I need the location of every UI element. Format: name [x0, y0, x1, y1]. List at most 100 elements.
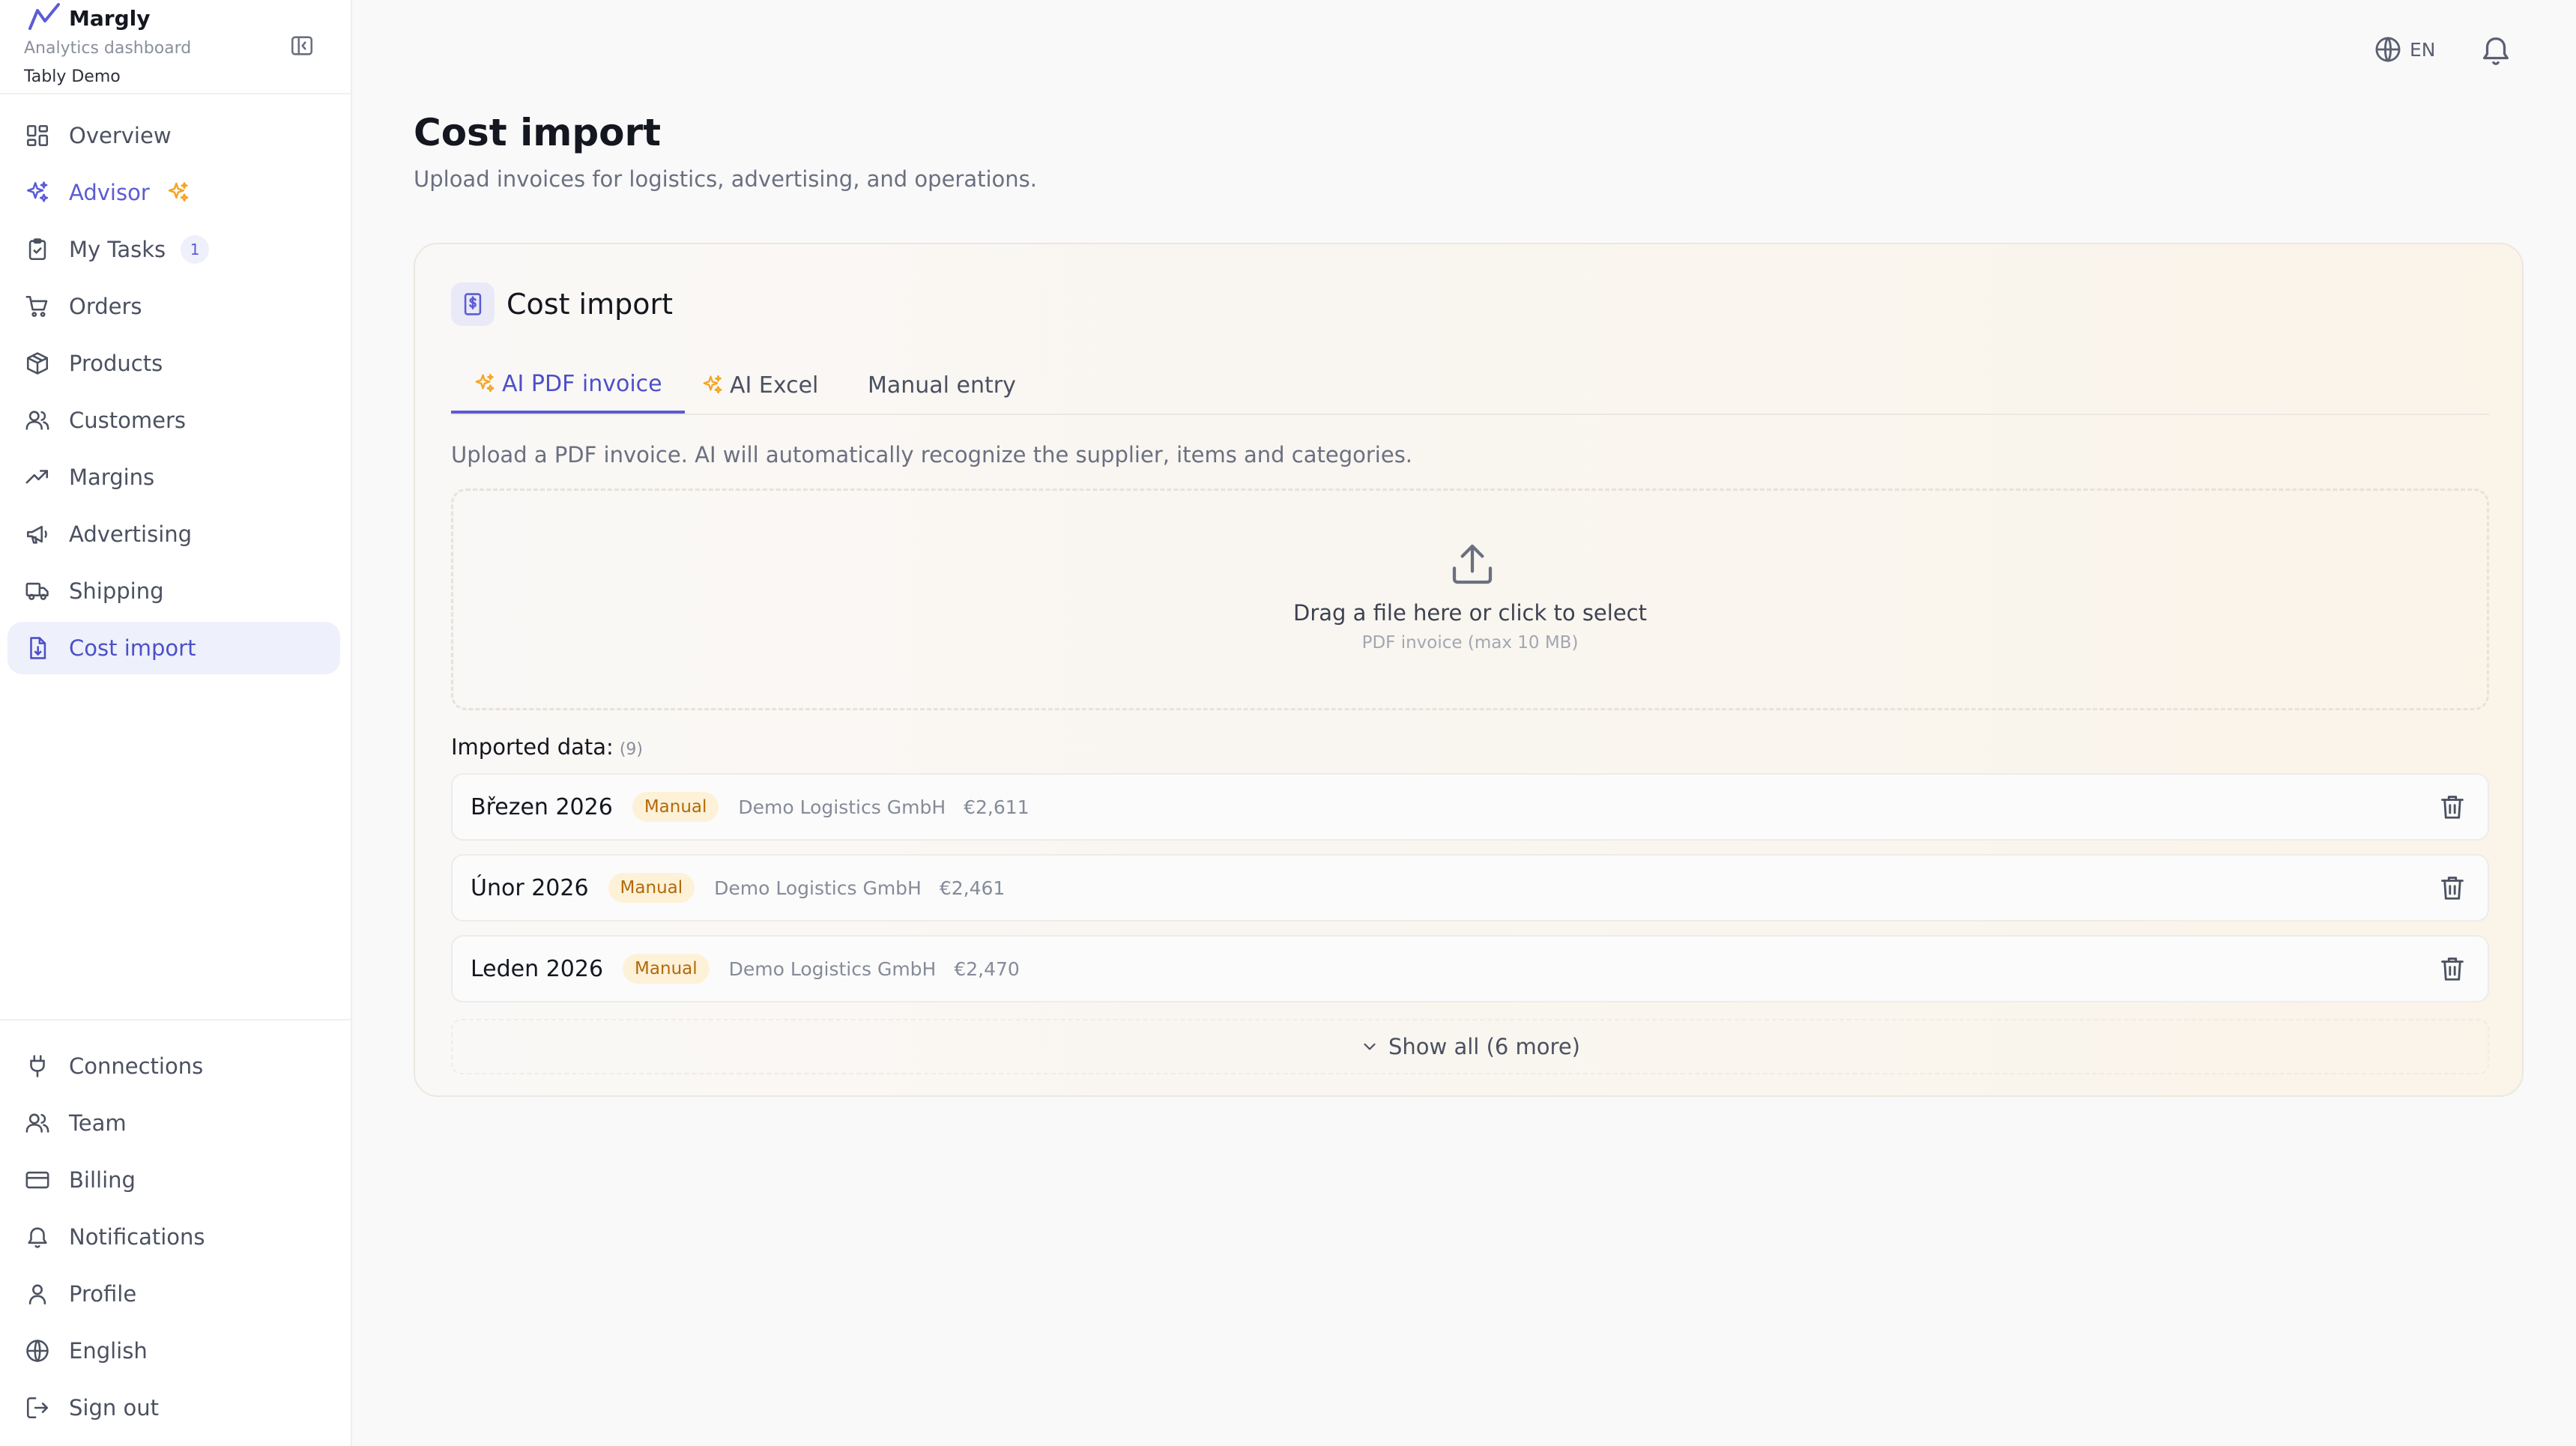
sidebar-item-orders[interactable]: Orders: [7, 280, 340, 333]
row-amount: €2,611: [964, 796, 1030, 818]
upload-icon: [1452, 544, 1493, 584]
sidebar-item-label: Margins: [69, 465, 155, 490]
tab-ai-pdf-invoice[interactable]: AI PDF invoice: [451, 357, 685, 414]
import-tabs: AI PDF invoice AI Excel Manual entry: [451, 357, 2489, 415]
sidebar-item-connections[interactable]: Connections: [7, 1040, 340, 1092]
sidebar-item-cost-import[interactable]: Cost import: [7, 622, 340, 674]
user-icon: [24, 1280, 51, 1307]
sidebar-item-sign-out[interactable]: Sign out: [7, 1382, 340, 1434]
sidebar-item-language[interactable]: English: [7, 1325, 340, 1377]
sidebar-item-label: Orders: [69, 294, 142, 319]
list-item[interactable]: Březen 2026 Manual Demo Logistics GmbH €…: [451, 773, 2489, 841]
clipboard-check-icon: [24, 236, 51, 263]
sidebar-item-notifications[interactable]: Notifications: [7, 1211, 340, 1263]
sidebar-item-label: Shipping: [69, 578, 164, 604]
status-badge: Manual: [632, 792, 719, 822]
sidebar-item-label: Cost import: [69, 635, 196, 661]
logout-icon: [24, 1394, 51, 1421]
card-title: Cost import: [507, 288, 674, 321]
dropzone-title: Drag a file here or click to select: [1293, 600, 1647, 626]
trash-icon[interactable]: [2438, 793, 2467, 821]
sidebar-divider: [0, 93, 351, 94]
row-period: Březen 2026: [471, 793, 613, 820]
row-supplier: Demo Logistics GmbH: [728, 958, 937, 980]
sidebar-item-profile[interactable]: Profile: [7, 1268, 340, 1320]
imported-list: Březen 2026 Manual Demo Logistics GmbH €…: [451, 773, 2489, 1016]
language-switcher[interactable]: EN: [2374, 33, 2436, 66]
page-subtitle: Upload invoices for logistics, advertisi…: [414, 166, 1037, 192]
users-icon: [24, 1110, 51, 1137]
list-item[interactable]: Únor 2026 Manual Demo Logistics GmbH €2,…: [451, 854, 2489, 922]
dropzone-hint: PDF invoice (max 10 MB): [1361, 633, 1579, 653]
sparkles-icon: [24, 179, 51, 206]
bell-icon: [24, 1223, 51, 1250]
sidebar-item-advisor[interactable]: Advisor: [7, 166, 340, 219]
tab-ai-excel[interactable]: AI Excel: [701, 357, 818, 414]
plug-icon: [24, 1053, 51, 1080]
status-badge: Manual: [623, 954, 710, 984]
logo-icon: [28, 3, 60, 30]
users-icon: [24, 407, 51, 434]
tasks-count-badge: 1: [181, 235, 210, 264]
language-code: EN: [2410, 38, 2436, 61]
tab-label: Manual entry: [868, 372, 1016, 399]
imported-data-label: Imported data:: [451, 734, 614, 760]
sparkles-icon: [475, 373, 495, 393]
credit-card-icon: [24, 1167, 51, 1194]
trending-up-icon: [24, 464, 51, 491]
organization-name: Tably Demo: [24, 67, 121, 86]
list-item[interactable]: Leden 2026 Manual Demo Logistics GmbH €2…: [451, 935, 2489, 1002]
sidebar-item-shipping[interactable]: Shipping: [7, 565, 340, 617]
sidebar-item-label: Products: [69, 351, 163, 376]
row-amount: €2,470: [954, 958, 1020, 980]
sidebar-item-my-tasks[interactable]: My Tasks 1: [7, 223, 340, 276]
imported-count: (9): [619, 740, 643, 759]
collapse-sidebar-icon[interactable]: [289, 33, 315, 58]
card-header: Cost import: [451, 282, 673, 327]
row-period: Únor 2026: [471, 874, 589, 901]
show-all-label: Show all (6 more): [1388, 1034, 1580, 1059]
sidebar-item-advertising[interactable]: Advertising: [7, 508, 340, 560]
file-dropzone[interactable]: Drag a file here or click to select PDF …: [451, 488, 2489, 710]
trash-icon[interactable]: [2438, 874, 2467, 902]
sidebar-item-label: Notifications: [69, 1224, 205, 1250]
sidebar-item-customers[interactable]: Customers: [7, 394, 340, 447]
cost-import-card: Cost import AI PDF invoice AI Excel Manu…: [414, 243, 2524, 1097]
sidebar-item-billing[interactable]: Billing: [7, 1154, 340, 1206]
megaphone-icon: [24, 521, 51, 548]
globe-icon: [2375, 36, 2401, 63]
sidebar-item-label: Customers: [69, 408, 186, 433]
tab-label: AI PDF invoice: [502, 370, 662, 397]
sparkles-icon: [703, 375, 722, 394]
upload-description: Upload a PDF invoice. AI will automatica…: [451, 442, 1413, 468]
truck-icon: [24, 578, 51, 605]
file-import-icon: [24, 635, 51, 662]
app-name: Margly: [69, 6, 151, 31]
tab-label: AI Excel: [730, 372, 819, 399]
row-amount: €2,461: [939, 877, 1006, 899]
sidebar-item-team[interactable]: Team: [7, 1097, 340, 1149]
chevron-down-icon: [1364, 1043, 1376, 1050]
notifications-bell-icon[interactable]: [2479, 33, 2513, 67]
sidebar-item-margins[interactable]: Margins: [7, 451, 340, 503]
sidebar-item-label: Advisor: [69, 180, 150, 205]
sidebar-item-label: Connections: [69, 1053, 204, 1079]
show-all-button[interactable]: Show all (6 more): [451, 1019, 2489, 1074]
sidebar-item-label: Billing: [69, 1167, 136, 1193]
brand: Margly Analytics dashboard Tably Demo: [22, 0, 337, 93]
sidebar-item-overview[interactable]: Overview: [7, 109, 340, 162]
grid-icon: [24, 122, 51, 149]
sidebar-item-products[interactable]: Products: [7, 337, 340, 390]
sidebar-item-label: Team: [69, 1110, 127, 1136]
box-icon: [24, 350, 51, 377]
cart-icon: [24, 293, 51, 320]
tab-manual-entry[interactable]: Manual entry: [868, 357, 1016, 414]
secondary-nav: Connections Team Billing Notifications P…: [7, 1040, 340, 1439]
sidebar-item-label: Overview: [69, 123, 172, 148]
row-supplier: Demo Logistics GmbH: [738, 796, 946, 818]
row-period: Leden 2026: [471, 955, 604, 982]
trash-icon[interactable]: [2438, 955, 2467, 983]
globe-icon: [24, 1337, 51, 1364]
sidebar-item-label: My Tasks: [69, 237, 166, 262]
sidebar-item-label: Profile: [69, 1281, 137, 1307]
